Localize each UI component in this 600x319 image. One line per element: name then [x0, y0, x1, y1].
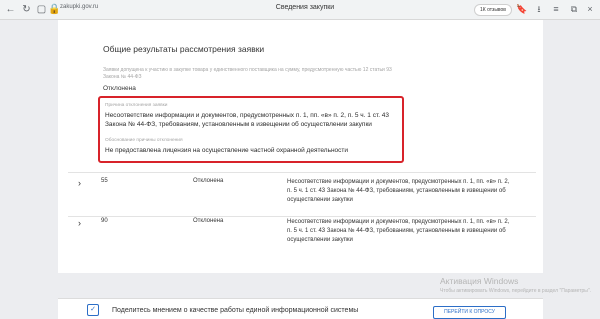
windows-activation-title: Активация Windows: [440, 276, 519, 286]
page-content: Общие результаты рассмотрения заявки Зая…: [58, 20, 543, 273]
bookmark-icon[interactable]: 🔖: [516, 3, 528, 15]
address-bar[interactable]: zakupki.gov.ru: [60, 4, 98, 10]
browser-toolbar: ← ↻ ▢ 🔒 zakupki.gov.ru Сведения закупки …: [0, 0, 600, 20]
application-number: 55: [101, 178, 108, 184]
yandex-protect-icon[interactable]: ▢: [35, 3, 48, 16]
windows-activation-text: Чтобы активировать Windows, перейдите в …: [440, 288, 592, 294]
rejection-reason-label: Причина отклонения заявки: [105, 103, 168, 108]
menu-icon[interactable]: ≡: [550, 3, 562, 15]
feedback-banner: ✓ Поделитесь мнением о качестве работы е…: [58, 298, 543, 319]
page-title: Сведения закупки: [275, 4, 335, 11]
chevron-right-icon[interactable]: ›: [78, 178, 81, 188]
reviews-badge[interactable]: 1К отзывов: [474, 4, 512, 16]
application-number: 90: [101, 218, 108, 224]
extension-icon[interactable]: ⧉: [568, 3, 580, 15]
refresh-icon[interactable]: ↻: [20, 3, 33, 16]
application-status: Отклонена: [193, 218, 224, 224]
chevron-right-icon[interactable]: ›: [78, 218, 81, 228]
close-icon[interactable]: ×: [584, 3, 596, 15]
rejection-reason-text: Несоответствие информации и документов, …: [105, 112, 390, 128]
highlighted-rejection-box: Причина отклонения заявки Несоответствие…: [98, 96, 404, 163]
survey-icon: ✓: [87, 304, 99, 316]
rejection-justification-label: Обоснование причины отклонения: [105, 138, 183, 143]
rejection-reason: Несоответствие информации и документов, …: [287, 179, 510, 203]
feedback-text: Поделитесь мнением о качестве работы еди…: [112, 307, 359, 314]
rejection-justification-text: Не предоставлена лицензия на осуществлен…: [105, 147, 349, 154]
application-status: Отклонена: [193, 178, 224, 184]
admission-note: Заявки допущена к участию в закупке това…: [103, 67, 392, 80]
download-icon[interactable]: ⭳: [533, 3, 545, 15]
section-title: Общие результаты рассмотрения заявки: [103, 44, 265, 54]
back-arrow-icon[interactable]: ←: [4, 3, 17, 16]
application-status: Отклонена: [103, 85, 136, 92]
row-divider: [68, 172, 536, 173]
go-to-survey-button[interactable]: ПЕРЕЙТИ К ОПРОСУ: [433, 306, 506, 319]
rejection-reason: Несоответствие информации и документов, …: [287, 219, 510, 243]
row-divider: [68, 216, 536, 217]
